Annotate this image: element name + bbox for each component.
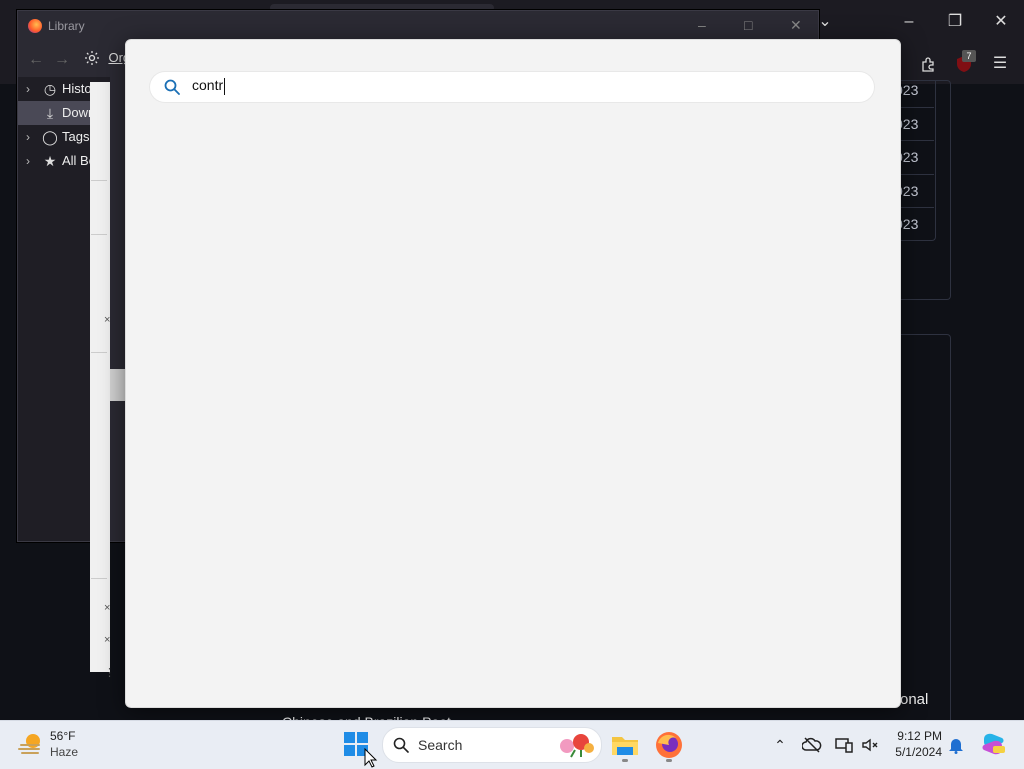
library-downloads-list bbox=[90, 82, 110, 672]
list-divider bbox=[91, 180, 107, 181]
library-titlebar: Library – □ ✕ bbox=[18, 11, 818, 41]
notification-bell-icon[interactable] bbox=[946, 735, 966, 755]
app-menu-icon[interactable]: ☰ bbox=[986, 50, 1014, 78]
volume-muted-icon[interactable] bbox=[860, 735, 880, 755]
taskbar-search-box[interactable]: Search bbox=[382, 727, 602, 763]
search-highlight-flowers-icon bbox=[560, 734, 594, 758]
clock-icon: ◷ bbox=[43, 81, 57, 97]
search-box[interactable]: contr bbox=[150, 72, 874, 102]
chevron-right-icon[interactable]: › bbox=[26, 77, 30, 101]
weather-description: Haze bbox=[50, 745, 79, 759]
search-icon bbox=[393, 737, 409, 753]
chevron-right-icon[interactable]: › bbox=[26, 149, 30, 173]
chevron-right-icon[interactable]: › bbox=[26, 125, 30, 149]
onedrive-offline-icon[interactable] bbox=[802, 735, 822, 755]
star-icon: ★ bbox=[43, 153, 57, 169]
close-button[interactable]: ✕ bbox=[978, 8, 1024, 36]
taskbar-search-label: Search bbox=[418, 737, 463, 753]
text-caret bbox=[224, 77, 226, 95]
clock-date[interactable]: 5/1/2024 bbox=[880, 745, 942, 759]
firefox-icon[interactable] bbox=[653, 729, 685, 761]
remove-icon[interactable]: ⋮ bbox=[104, 666, 115, 679]
restore-button[interactable]: ❐ bbox=[932, 8, 978, 36]
weather-temperature: 56°F bbox=[50, 729, 76, 743]
library-maximize-button[interactable]: □ bbox=[744, 17, 752, 33]
list-divider bbox=[91, 352, 107, 353]
running-app-indicator bbox=[666, 759, 672, 762]
network-icon[interactable] bbox=[834, 735, 854, 755]
extensions-puzzle-icon[interactable] bbox=[914, 50, 942, 78]
gear-icon bbox=[85, 50, 99, 65]
library-close-button[interactable]: ✕ bbox=[790, 17, 802, 34]
remove-icon[interactable]: × bbox=[104, 602, 110, 614]
list-divider bbox=[91, 578, 107, 579]
library-minimize-button[interactable]: – bbox=[698, 17, 706, 33]
forward-arrow-icon[interactable]: → bbox=[54, 51, 70, 69]
download-icon: ⤓ bbox=[46, 105, 54, 121]
firefox-logo-icon bbox=[28, 19, 42, 33]
mouse-cursor-icon bbox=[364, 748, 378, 768]
copilot-icon[interactable] bbox=[980, 731, 1006, 757]
minimize-button[interactable]: – bbox=[886, 8, 932, 36]
tag-icon: ◯ bbox=[42, 129, 58, 145]
clock-time[interactable]: 9:12 PM bbox=[890, 729, 942, 743]
windows-search-panel: contr bbox=[125, 39, 901, 708]
back-arrow-icon[interactable]: ← bbox=[28, 51, 44, 69]
search-icon bbox=[164, 79, 180, 95]
search-input[interactable]: contr bbox=[192, 77, 852, 97]
remove-icon[interactable]: × bbox=[104, 634, 110, 646]
page-text: onal bbox=[900, 691, 929, 708]
weather-haze-icon bbox=[18, 734, 40, 754]
organize-button[interactable]: Org bbox=[84, 49, 130, 67]
search-query: contr bbox=[192, 77, 224, 93]
list-item-selected[interactable] bbox=[110, 369, 125, 401]
show-hidden-icons-chevron-icon[interactable]: ⌃ bbox=[770, 735, 790, 755]
list-divider bbox=[91, 234, 107, 235]
taskbar: 56°F Haze Search ⌃ 9:12 PM 5/1/2024 bbox=[0, 720, 1024, 769]
library-title: Library bbox=[48, 19, 85, 33]
file-explorer-icon[interactable] bbox=[609, 729, 641, 761]
remove-icon[interactable]: × bbox=[104, 314, 110, 326]
extension-badge: 7 bbox=[962, 50, 976, 62]
running-app-indicator bbox=[622, 759, 628, 762]
